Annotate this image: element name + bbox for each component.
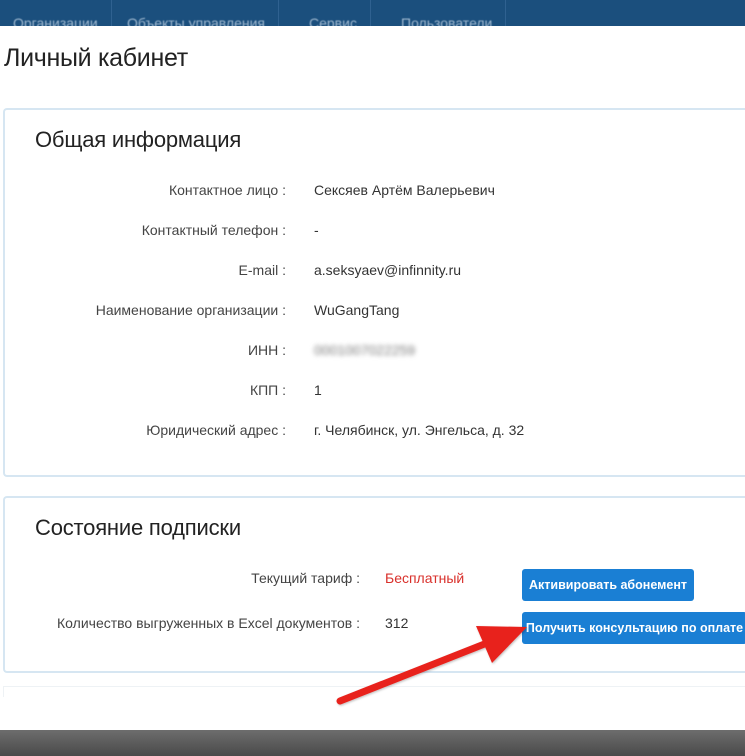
- nav-item-label: Пользователи: [401, 15, 493, 26]
- info-row-inn: ИНН : 0001007022259: [5, 342, 745, 362]
- nav-item-users[interactable]: Пользователи: [388, 0, 507, 26]
- info-value-redacted: 0001007022259: [314, 342, 416, 358]
- subscription-heading: Состояние подписки: [35, 515, 241, 540]
- info-row-contact-person: Контактное лицо : Сексяев Артём Валерьев…: [5, 182, 745, 202]
- general-info-panel: Общая информация Контактное лицо : Секся…: [3, 108, 745, 477]
- general-info-heading: Общая информация: [35, 127, 242, 152]
- info-value: г. Челябинск, ул. Энгельса, д. 32: [314, 422, 525, 438]
- info-label: E-mail :: [238, 262, 286, 278]
- nav-item-label: Организации: [13, 15, 98, 26]
- subscription-panel: Состояние подписки Текущий тариф : Беспл…: [3, 496, 745, 673]
- info-label: ИНН :: [247, 342, 286, 358]
- activate-subscription-button[interactable]: Активировать абонемент: [522, 569, 694, 601]
- payment-consultation-button[interactable]: Получить консультацию по оплате: [522, 612, 745, 644]
- info-row-organization-name: Наименование организации : WuGangTang: [5, 302, 745, 322]
- bottom-divider: [3, 686, 745, 697]
- nav-item-organizations[interactable]: Организации: [0, 0, 112, 26]
- info-value: Сексяев Артём Валерьевич: [314, 182, 495, 198]
- info-row-kpp: КПП : 1: [5, 382, 745, 402]
- info-row-contact-phone: Контактный телефон : -: [5, 222, 745, 242]
- nav-item-management-objects[interactable]: Объекты управления: [114, 0, 279, 26]
- tariff-label: Текущий тариф :: [251, 570, 360, 586]
- info-label: Наименование организации :: [95, 302, 286, 318]
- info-label: Контактное лицо :: [168, 182, 286, 198]
- info-value: -: [314, 222, 319, 238]
- info-label: Юридический адрес :: [146, 422, 286, 438]
- info-row-legal-address: Юридический адрес : г. Челябинск, ул. Эн…: [5, 422, 745, 442]
- nav-item-label: Объекты управления: [127, 15, 265, 26]
- info-value: a.seksyaev@infinnity.ru: [314, 262, 462, 278]
- info-label: Контактный телефон :: [141, 222, 286, 238]
- export-count-value: 312: [385, 615, 409, 631]
- page-title: Личный кабинет: [4, 44, 188, 72]
- footer-bar: [0, 730, 745, 756]
- export-count-label: Количество выгруженных в Excel документо…: [57, 615, 360, 631]
- nav-item-label: Сервис: [309, 15, 357, 26]
- info-value: WuGangTang: [314, 302, 400, 318]
- info-value: 1: [314, 382, 322, 398]
- info-label: КПП :: [249, 382, 286, 398]
- nav-item-service[interactable]: Сервис: [296, 0, 371, 26]
- top-navigation: Организации Объекты управления Сервис По…: [0, 0, 745, 26]
- tariff-value: Бесплатный: [385, 570, 465, 586]
- info-row-email: E-mail : a.seksyaev@infinnity.ru: [5, 262, 745, 282]
